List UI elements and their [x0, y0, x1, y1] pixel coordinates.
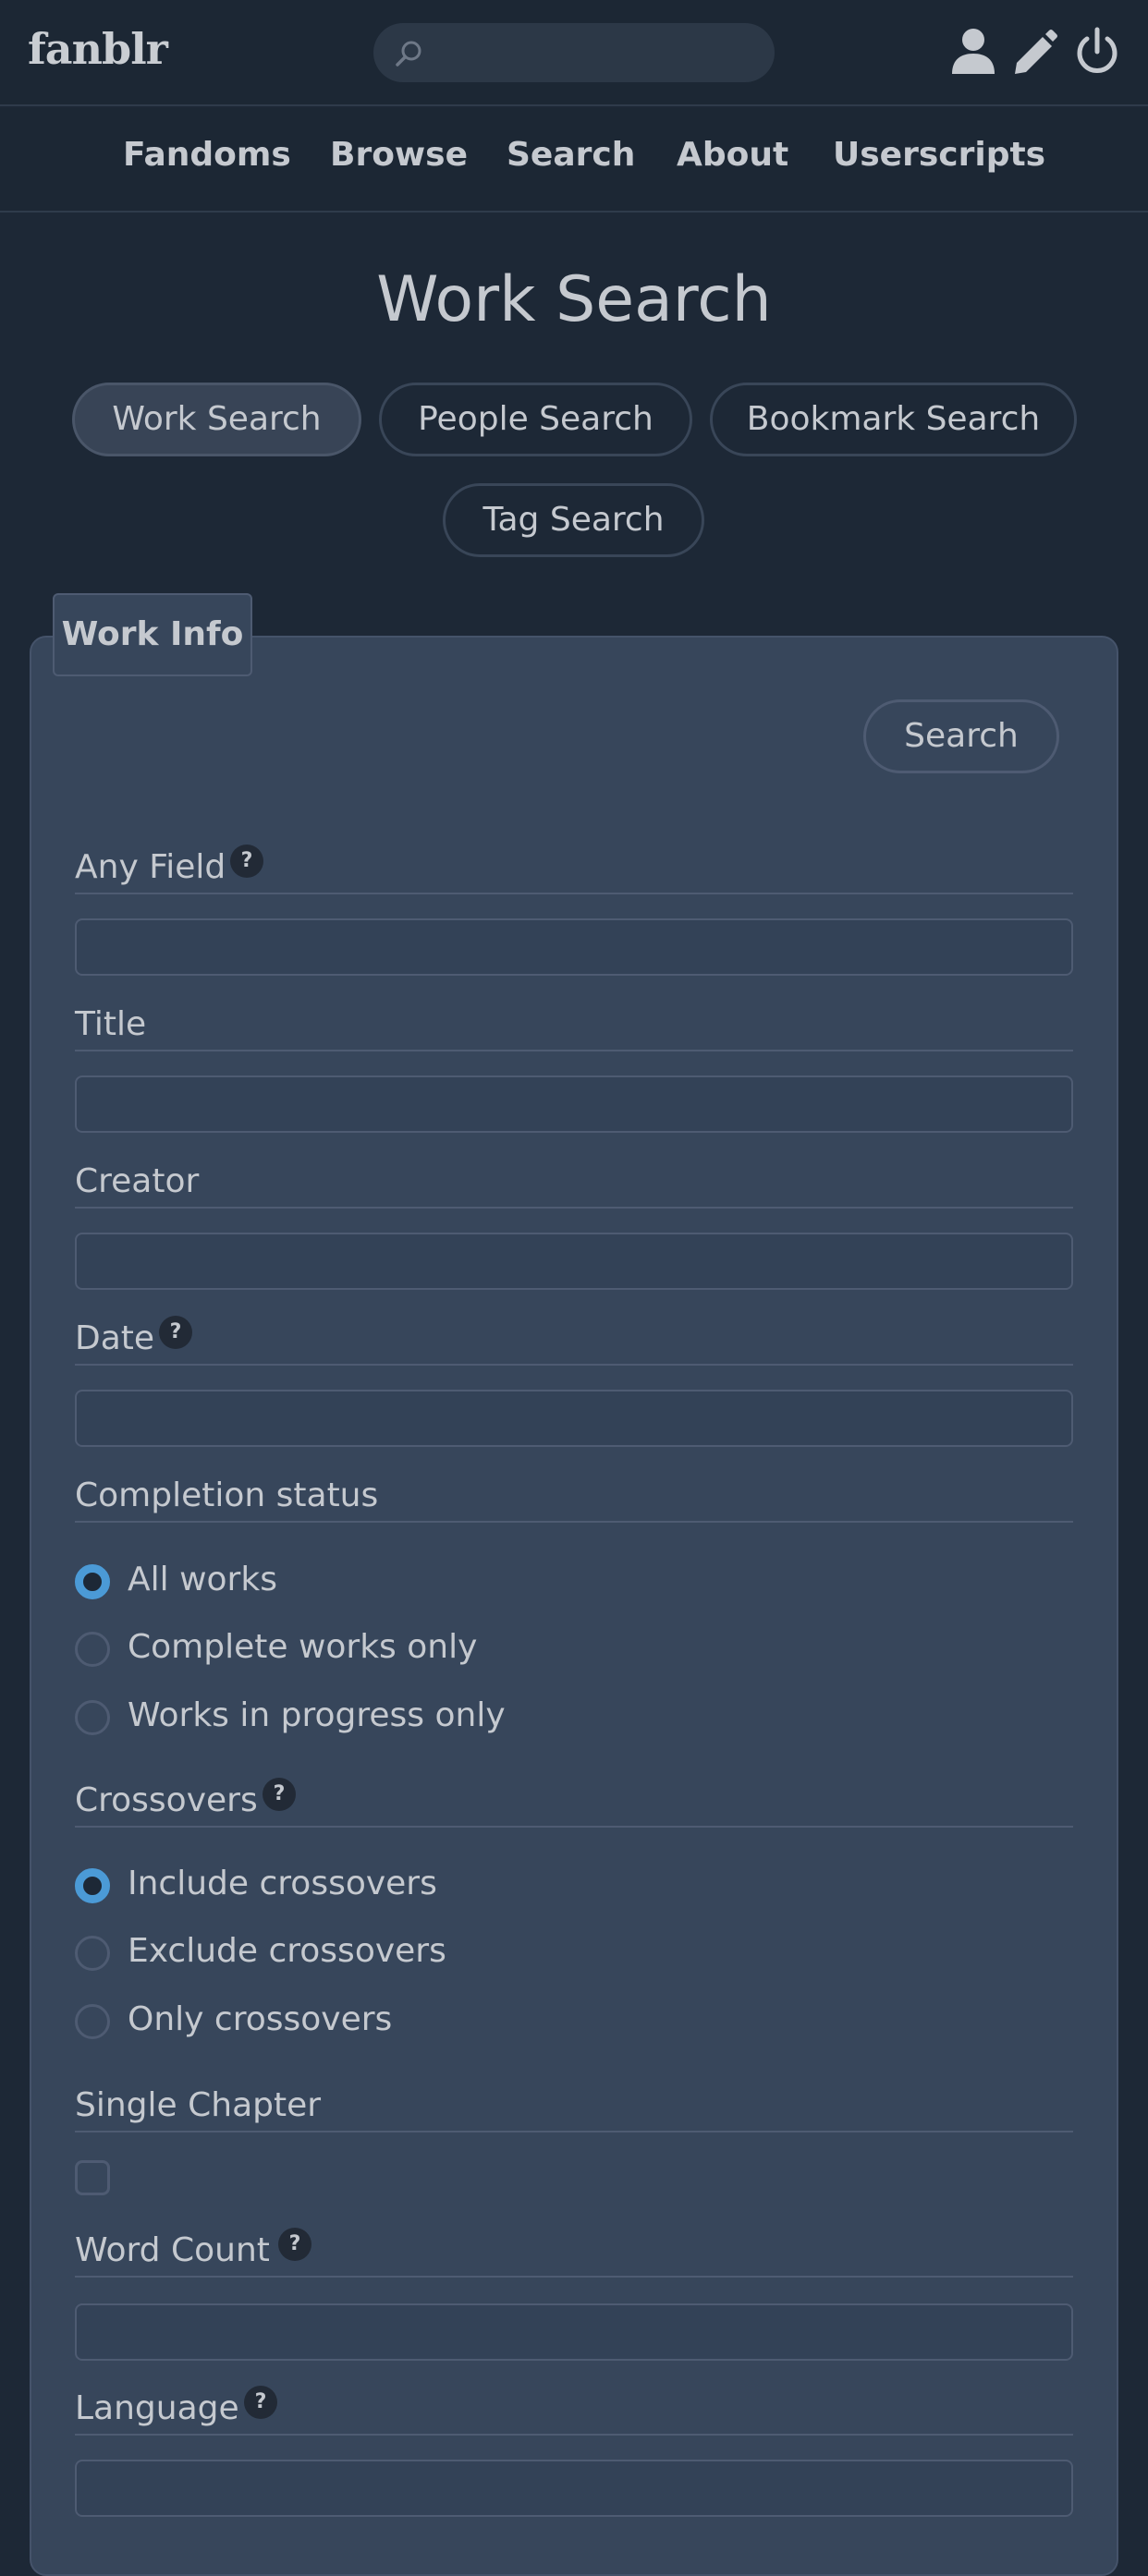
word-count-help-icon[interactable]: ?	[278, 2228, 311, 2261]
user-icon[interactable]	[948, 26, 998, 78]
creator-label-text: Creator	[75, 1162, 200, 1200]
radio-button[interactable]	[75, 1936, 110, 1971]
tab-bookmark-search[interactable]: Bookmark Search	[710, 383, 1077, 456]
creator-label: Creator	[75, 1162, 1073, 1209]
nav-browse[interactable]: Browse	[330, 136, 468, 174]
work-info-tab[interactable]: Work Info	[53, 593, 252, 676]
creator-input[interactable]	[75, 1233, 1073, 1290]
radio-all-works-label: All works	[128, 1561, 277, 1598]
crossovers-label: Crossovers ?	[75, 1778, 1073, 1828]
date-input[interactable]	[75, 1390, 1073, 1447]
any-field-label: Any Field ?	[75, 844, 1073, 894]
language-input[interactable]	[75, 2460, 1073, 2517]
title-input[interactable]	[75, 1075, 1073, 1133]
nav-about[interactable]: About	[677, 136, 788, 174]
single-chapter-checkbox[interactable]	[75, 2160, 110, 2195]
site-search[interactable]	[373, 23, 775, 82]
radio-works-in-progress-label: Works in progress only	[128, 1696, 506, 1734]
date-label-text: Date	[75, 1319, 155, 1357]
radio-exclude-crossovers-label: Exclude crossovers	[128, 1932, 446, 1970]
word-count-label-text: Word Count	[75, 2231, 270, 2269]
date-help-icon[interactable]: ?	[159, 1316, 192, 1349]
language-help-icon[interactable]: ?	[244, 2386, 277, 2419]
nav-search[interactable]: Search	[507, 136, 635, 174]
word-count-label: Word Count ?	[75, 2228, 1073, 2278]
site-logo[interactable]: fanblr	[28, 24, 168, 74]
radio-button[interactable]	[75, 1700, 110, 1735]
site-search-input[interactable]	[433, 23, 756, 82]
radio-only-crossovers-label: Only crossovers	[128, 2000, 393, 2038]
top-bar: fanblr	[0, 0, 1148, 106]
tab-tag-search[interactable]: Tag Search	[443, 483, 704, 557]
pencil-icon[interactable]	[1009, 26, 1059, 78]
search-button[interactable]: Search	[863, 699, 1059, 773]
radio-button[interactable]	[75, 2004, 110, 2039]
main-nav: Fandoms Browse Search About Userscripts	[0, 108, 1148, 213]
any-field-help-icon[interactable]: ?	[230, 844, 263, 878]
radio-button[interactable]	[75, 1632, 110, 1667]
search-icon	[396, 41, 421, 67]
language-label-text: Language	[75, 2389, 239, 2427]
date-label: Date ?	[75, 1316, 1073, 1366]
language-label: Language ?	[75, 2386, 1073, 2436]
crossovers-label-text: Crossovers	[75, 1781, 258, 1819]
completion-status-label: Completion status	[75, 1476, 1073, 1523]
single-chapter-label-text: Single Chapter	[75, 2086, 322, 2124]
any-field-input[interactable]	[75, 918, 1073, 976]
any-field-label-text: Any Field	[75, 848, 226, 886]
power-icon[interactable]	[1072, 26, 1122, 78]
crossovers-help-icon[interactable]: ?	[263, 1778, 296, 1811]
title-label: Title	[75, 1005, 1073, 1051]
word-count-input[interactable]	[75, 2303, 1073, 2361]
radio-complete-works-label: Complete works only	[128, 1628, 478, 1666]
nav-fandoms[interactable]: Fandoms	[123, 136, 291, 174]
title-label-text: Title	[75, 1005, 147, 1043]
nav-userscripts[interactable]: Userscripts	[833, 136, 1045, 174]
radio-include-crossovers-label: Include crossovers	[128, 1865, 437, 1902]
tab-work-search[interactable]: Work Search	[72, 383, 361, 456]
radio-button-selected[interactable]	[75, 1564, 110, 1599]
page-title: Work Search	[376, 263, 772, 336]
single-chapter-label: Single Chapter	[75, 2086, 1073, 2132]
tab-people-search[interactable]: People Search	[379, 383, 692, 456]
radio-button-selected[interactable]	[75, 1868, 110, 1903]
completion-status-label-text: Completion status	[75, 1476, 379, 1514]
